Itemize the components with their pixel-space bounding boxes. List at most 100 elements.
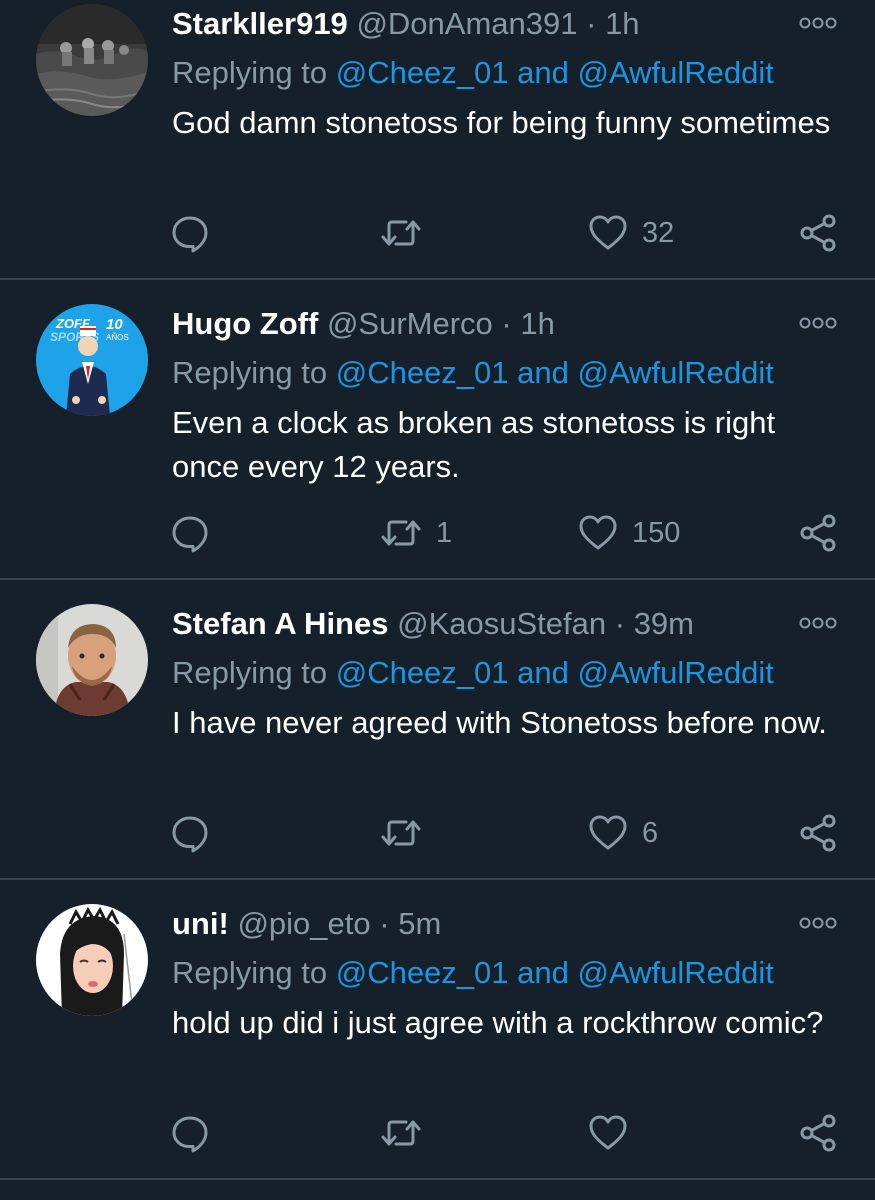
retweet-icon — [380, 213, 422, 253]
user-handle[interactable]: @SurMerco — [327, 306, 493, 341]
user-handle[interactable]: @KaosuStefan — [397, 606, 606, 641]
reply-button[interactable] — [170, 1111, 210, 1155]
avatar[interactable]: ZOFF SPORTS 10 AÑOS — [36, 304, 148, 416]
reply-icon — [170, 1113, 210, 1153]
timestamp[interactable]: 39m — [634, 606, 694, 641]
user-handle[interactable]: @DonAman391 — [356, 6, 577, 41]
mention-link[interactable]: @Cheez_01 — [336, 955, 509, 990]
divider — [0, 278, 875, 280]
retweet-button[interactable] — [380, 1111, 436, 1155]
action-bar: 1 150 — [0, 511, 875, 555]
timestamp[interactable]: 1h — [605, 6, 639, 41]
like-button[interactable]: 6 — [588, 811, 658, 855]
retweet-icon — [380, 813, 422, 853]
and-others-link[interactable]: and — [517, 55, 569, 90]
replying-to: Replying to @Cheez_01 and @AwfulReddit — [172, 953, 774, 993]
user-handle[interactable]: @pio_eto — [237, 906, 370, 941]
share-button[interactable] — [798, 811, 838, 855]
mention-link[interactable]: @Cheez_01 — [336, 55, 509, 90]
heart-icon — [588, 213, 628, 253]
more-options-icon[interactable] — [799, 616, 837, 630]
divider — [0, 578, 875, 580]
like-button[interactable] — [588, 1111, 642, 1155]
share-icon — [798, 1113, 838, 1153]
retweet-icon — [380, 513, 422, 553]
share-icon — [798, 513, 838, 553]
and-others-link[interactable]: and — [517, 355, 569, 390]
retweet-button[interactable] — [380, 811, 436, 855]
separator-dot: · — [501, 306, 512, 341]
mention-link[interactable]: @Cheez_01 — [336, 655, 509, 690]
more-options-icon[interactable] — [799, 316, 837, 330]
tweet-text: God damn stonetoss for being funny somet… — [172, 105, 831, 140]
separator-dot: · — [586, 6, 597, 41]
replying-to-label: Replying to — [172, 55, 328, 90]
retweet-button[interactable]: 1 — [380, 511, 452, 555]
more-options-icon[interactable] — [799, 916, 837, 930]
reply-icon — [170, 813, 210, 853]
timestamp[interactable]: 1h — [520, 306, 554, 341]
more-options-icon[interactable] — [799, 16, 837, 30]
action-bar — [0, 1111, 875, 1155]
share-button[interactable] — [798, 211, 838, 255]
heart-icon — [588, 1113, 628, 1153]
tweet[interactable]: ZOFF SPORTS 10 AÑOS Hugo Zoff @SurMerco … — [0, 300, 875, 600]
action-bar: 32 — [0, 211, 875, 255]
divider — [0, 878, 875, 880]
like-button[interactable]: 32 — [588, 211, 674, 255]
replying-to: Replying to @Cheez_01 and @AwfulReddit — [172, 53, 774, 93]
avatar[interactable] — [36, 4, 148, 116]
mention-link[interactable]: @AwfulReddit — [578, 355, 774, 390]
share-button[interactable] — [798, 1111, 838, 1155]
divider — [0, 1178, 875, 1180]
reply-button[interactable] — [170, 811, 210, 855]
separator-dot: · — [379, 906, 390, 941]
reply-feed: Starkller919 @DonAman391 · 1h Replying t… — [0, 0, 875, 1200]
avatar-anniversary-number: 10 — [106, 316, 123, 333]
tweet-text: hold up did i just agree with a rockthro… — [172, 1005, 824, 1040]
heart-icon — [588, 813, 628, 853]
like-count: 6 — [642, 817, 659, 849]
replying-to: Replying to @Cheez_01 and @AwfulReddit — [172, 353, 774, 393]
mention-link[interactable]: @Cheez_01 — [336, 355, 509, 390]
retweet-icon — [380, 1113, 422, 1153]
tweet-header: uni! @pio_eto · 5m — [172, 904, 441, 944]
mention-link[interactable]: @AwfulReddit — [578, 655, 774, 690]
tweet-text: Even a clock as broken as stonetoss is r… — [172, 405, 776, 484]
like-button[interactable]: 150 — [578, 511, 680, 555]
replying-to: Replying to @Cheez_01 and @AwfulReddit — [172, 653, 774, 693]
share-icon — [798, 213, 838, 253]
like-count: 150 — [632, 517, 681, 549]
separator-dot: · — [614, 606, 626, 641]
heart-icon — [578, 513, 618, 553]
replying-to-label: Replying to — [172, 955, 328, 990]
mention-link[interactable]: @AwfulReddit — [578, 55, 774, 90]
reply-icon — [170, 513, 210, 553]
and-others-link[interactable]: and — [517, 955, 569, 990]
tweet-header: Stefan A Hines @KaosuStefan · 39m — [172, 604, 694, 644]
replying-to-label: Replying to — [172, 355, 328, 390]
tweet-text: I have never agreed with Stonetoss befor… — [172, 705, 827, 740]
like-count: 32 — [642, 217, 675, 249]
avatar-anniversary-label: AÑOS — [106, 333, 129, 342]
display-name[interactable]: Starkller919 — [172, 6, 348, 41]
tweet-header: Hugo Zoff @SurMerco · 1h — [172, 304, 555, 344]
mention-link[interactable]: @AwfulReddit — [578, 955, 774, 990]
reply-button[interactable] — [170, 211, 210, 255]
tweet[interactable]: uni! @pio_eto · 5m Replying to @Cheez_01… — [0, 900, 875, 1200]
retweet-count: 1 — [436, 517, 453, 549]
tweet-header: Starkller919 @DonAman391 · 1h — [172, 4, 640, 44]
display-name[interactable]: Stefan A Hines — [172, 606, 388, 641]
display-name[interactable]: uni! — [172, 906, 229, 941]
and-others-link[interactable]: and — [517, 655, 569, 690]
avatar[interactable] — [36, 604, 148, 716]
display-name[interactable]: Hugo Zoff — [172, 306, 318, 341]
retweet-button[interactable] — [380, 211, 436, 255]
tweet[interactable]: Starkller919 @DonAman391 · 1h Replying t… — [0, 0, 875, 300]
tweet[interactable]: Stefan A Hines @KaosuStefan · 39m Replyi… — [0, 600, 875, 900]
avatar[interactable] — [36, 904, 148, 1016]
action-bar: 6 — [0, 811, 875, 855]
reply-button[interactable] — [170, 511, 210, 555]
share-button[interactable] — [798, 511, 838, 555]
timestamp[interactable]: 5m — [398, 906, 441, 941]
